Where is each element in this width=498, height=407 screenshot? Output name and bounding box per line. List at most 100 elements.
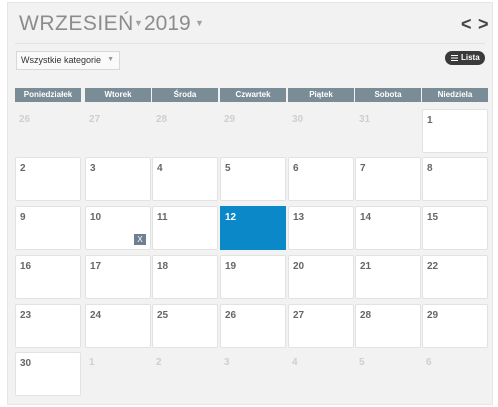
day-number: 15 (427, 212, 439, 223)
day-cell[interactable]: 8 (422, 157, 488, 201)
day-cell[interactable]: 5 (355, 352, 421, 396)
day-number: 18 (157, 261, 169, 272)
day-cell[interactable]: 3 (220, 352, 286, 396)
year-selector[interactable]: 2019 (144, 12, 191, 36)
day-number: 27 (89, 114, 101, 125)
weekday-header: Czwartek (220, 88, 286, 102)
weekday-header: Środa (152, 88, 218, 102)
day-number: 26 (225, 310, 237, 321)
day-cell[interactable]: 2 (15, 157, 81, 201)
day-number: 12 (225, 212, 237, 223)
day-number: 27 (293, 310, 305, 321)
weekday-header: Sobota (355, 88, 421, 102)
category-select[interactable]: Wszystkie kategorie ▼ (16, 51, 120, 70)
year-caret-icon[interactable]: ▼ (195, 18, 204, 28)
day-number: 5 (359, 357, 365, 368)
day-number: 11 (157, 212, 168, 223)
day-cell[interactable]: 4 (152, 157, 218, 201)
weekday-header: Poniedziałek (15, 88, 81, 102)
day-number: 4 (157, 163, 163, 174)
day-cell[interactable]: 28 (355, 304, 421, 348)
weekday-header: Piątek (288, 88, 354, 102)
day-cell[interactable]: 5 (220, 157, 286, 201)
day-number: 6 (426, 357, 432, 368)
day-number: 4 (292, 357, 298, 368)
day-number: 8 (427, 163, 433, 174)
day-number: 17 (90, 261, 102, 272)
day-number: 14 (360, 212, 372, 223)
day-cell[interactable]: 17 (85, 255, 151, 299)
day-cell[interactable]: 25 (152, 304, 218, 348)
day-cell[interactable]: 22 (422, 255, 488, 299)
day-cell[interactable]: 3 (85, 157, 151, 201)
next-month-button[interactable]: > (478, 14, 489, 35)
month-caret-icon[interactable]: ▼ (134, 18, 143, 28)
day-cell[interactable]: 24 (85, 304, 151, 348)
list-view-label: Lista (461, 53, 480, 62)
day-number: 7 (360, 163, 366, 174)
day-number: 31 (359, 114, 371, 125)
day-cell[interactable]: 31 (355, 109, 421, 153)
day-cell[interactable]: 2 (152, 352, 218, 396)
day-number: 29 (427, 310, 439, 321)
day-number: 28 (360, 310, 372, 321)
day-cell[interactable]: 6 (288, 157, 354, 201)
day-cell[interactable]: 27 (288, 304, 354, 348)
list-view-button[interactable]: Lista (445, 51, 485, 65)
day-cell[interactable]: 1 (422, 109, 488, 153)
day-number: 9 (20, 212, 26, 223)
day-number: 6 (293, 163, 299, 174)
calendar-header: WRZESIEŃ ▼ 2019 ▼ < > (8, 3, 492, 45)
day-cell[interactable]: 4 (288, 352, 354, 396)
day-cell[interactable]: 9 (15, 206, 81, 250)
weekday-header: Wtorek (85, 88, 151, 102)
day-cell[interactable]: 10 X (85, 206, 151, 250)
day-cell[interactable]: 16 (15, 255, 81, 299)
day-number: 2 (20, 163, 26, 174)
day-cell[interactable]: 27 (85, 109, 151, 153)
day-number: 23 (20, 310, 32, 321)
day-cell[interactable]: 6 (422, 352, 488, 396)
day-number: 10 (90, 212, 102, 223)
day-number: 25 (157, 310, 169, 321)
day-number: 28 (156, 114, 168, 125)
day-cell[interactable]: 18 (152, 255, 218, 299)
day-cell[interactable]: 15 (422, 206, 488, 250)
day-cell[interactable]: 28 (152, 109, 218, 153)
day-cell-today[interactable]: 12 (220, 206, 286, 250)
day-number: 5 (225, 163, 231, 174)
day-number: 13 (293, 212, 305, 223)
calendar: WRZESIEŃ ▼ 2019 ▼ < > Wszystkie kategori… (7, 2, 493, 405)
day-number: 3 (90, 163, 96, 174)
day-cell[interactable]: 23 (15, 304, 81, 348)
event-badge[interactable]: X (134, 234, 146, 245)
day-number: 30 (292, 114, 304, 125)
day-cell[interactable]: 29 (422, 304, 488, 348)
day-number: 3 (224, 357, 230, 368)
day-cell[interactable]: 30 (288, 109, 354, 153)
day-cell[interactable]: 14 (355, 206, 421, 250)
day-number: 22 (427, 261, 439, 272)
day-number: 19 (225, 261, 237, 272)
header-divider (15, 43, 485, 44)
month-selector[interactable]: WRZESIEŃ (19, 12, 134, 36)
prev-month-button[interactable]: < (461, 14, 472, 35)
day-cell[interactable]: 11 (152, 206, 218, 250)
list-icon (451, 54, 458, 61)
day-cell[interactable]: 1 (85, 352, 151, 396)
day-cell[interactable]: 29 (220, 109, 286, 153)
day-cell[interactable]: 26 (220, 304, 286, 348)
day-cell[interactable]: 13 (288, 206, 354, 250)
day-cell[interactable]: 7 (355, 157, 421, 201)
day-number: 2 (156, 357, 162, 368)
day-number: 30 (20, 358, 32, 369)
day-cell[interactable]: 19 (220, 255, 286, 299)
category-select-value: Wszystkie kategorie (21, 55, 102, 65)
day-cell[interactable]: 26 (15, 109, 81, 153)
day-cell[interactable]: 20 (288, 255, 354, 299)
day-cell[interactable]: 21 (355, 255, 421, 299)
day-cell[interactable]: 30 (15, 352, 81, 396)
day-number: 21 (360, 261, 372, 272)
chevron-down-icon: ▼ (107, 56, 114, 63)
day-number: 26 (19, 114, 31, 125)
